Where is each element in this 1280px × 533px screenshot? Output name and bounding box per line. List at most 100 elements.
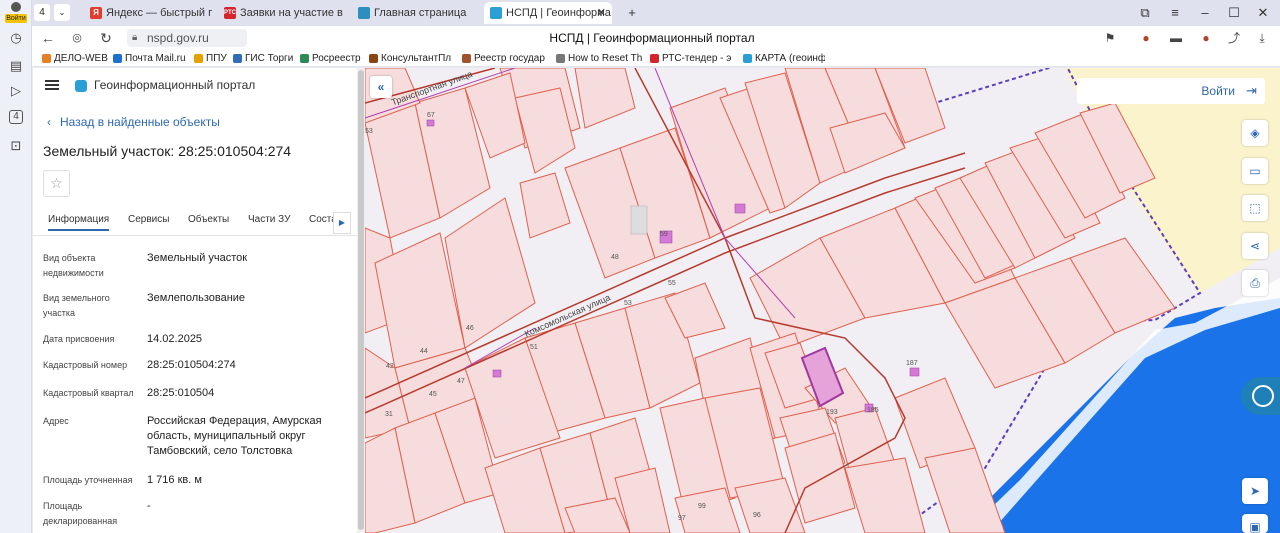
extension-icon[interactable]: ● (1198, 30, 1214, 46)
bookmark-label: How to Reset Th (568, 53, 642, 64)
tab-services[interactable]: Сервисы (128, 214, 169, 225)
bookmark-mail[interactable]: Почта Mail.ru (113, 50, 189, 67)
url-text: nspd.gov.ru (147, 31, 209, 45)
tab-counter-icon[interactable]: 4 (9, 110, 23, 124)
cadastral-map[interactable]: Транспортная улица Комсомольская улица 6… (365, 68, 1280, 533)
globe-icon (358, 7, 370, 19)
close-tab-icon[interactable]: ✕ (597, 2, 606, 24)
scrollbar-thumb[interactable] (358, 70, 364, 530)
chat-support-button[interactable] (1241, 377, 1280, 415)
extension-icon[interactable]: ▬ (1168, 30, 1184, 46)
bookmark-icon (113, 54, 122, 63)
parcel-number: 51 (530, 344, 538, 351)
chat-icon (1252, 385, 1274, 407)
back-link-label: Назад в найденные объекты (60, 115, 220, 129)
tab-yandex[interactable]: Я Яндекс — быстрый пои (84, 2, 212, 24)
panel-scrollbar[interactable] (357, 68, 365, 533)
parcel-number: 96 (753, 512, 761, 519)
bookmark-icon[interactable]: ⚑ (1102, 30, 1118, 46)
share-icon[interactable]: ⤴ (1226, 30, 1242, 46)
bookmark-icon (233, 54, 242, 63)
close-window-icon[interactable]: ✕ (1254, 4, 1272, 22)
collections-icon[interactable]: ▤ (8, 58, 24, 74)
page-title: НСПД | Геоинформационный портал (549, 31, 755, 45)
measure-button[interactable]: ▭ (1242, 158, 1268, 184)
property-label: Дата присвоения (43, 334, 115, 344)
select-area-button[interactable]: ⬚ (1242, 195, 1268, 221)
bookmark-gis-torgi[interactable]: ГИС Торги (233, 50, 293, 67)
bookmark-manager-icon[interactable]: ⧉ (1136, 4, 1154, 22)
reload-icon[interactable]: ↻ (97, 29, 115, 47)
bookmark-karta[interactable]: КАРТА (геоинф (743, 50, 825, 67)
menu-icon[interactable] (45, 80, 59, 90)
tab-information[interactable]: Информация (48, 214, 110, 231)
ruler-icon: ▭ (1249, 164, 1261, 178)
property-value: - (147, 500, 151, 512)
back-icon[interactable]: ← (39, 29, 57, 47)
parcel-number: 187 (906, 360, 918, 367)
parcel-number: 99 (698, 503, 706, 510)
bookmark-how-to-reset[interactable]: How to Reset Th (556, 50, 642, 67)
new-tab-icon[interactable]: + (623, 4, 641, 22)
media-icon[interactable]: ▷ (8, 83, 24, 99)
gray-building (630, 205, 648, 235)
property-label: Кадастровый номер (43, 360, 128, 370)
bookmark-label: ГИС Торги (245, 53, 293, 64)
login-button[interactable]: Войти ⇥ (1077, 78, 1265, 104)
bookmark-icon (650, 54, 659, 63)
tabs-scroll-right-icon[interactable]: ▶ (333, 212, 351, 234)
bookmark-consultant[interactable]: КонсультантПл (369, 50, 455, 67)
geolocation-button[interactable]: ➤ (1242, 478, 1268, 504)
share-button[interactable]: ⋖ (1242, 233, 1268, 259)
bookmark-icon (369, 54, 378, 63)
bookmark-rosreestr[interactable]: Росреестр (300, 50, 362, 67)
parcel-number: 193 (826, 409, 838, 416)
url-field[interactable]: 🔒︎ nspd.gov.ru (127, 29, 247, 47)
print-icon: ⎙ (1250, 276, 1260, 290)
back-to-results-link[interactable]: ‹ Назад в найденные объекты (47, 115, 220, 129)
bookmark-label: ДЕЛО-WEB (54, 53, 108, 64)
bookmark-delo-web[interactable]: ДЕЛО-WEB (42, 50, 112, 67)
history-icon[interactable]: ◷ (8, 30, 24, 46)
portal-logo-icon (75, 80, 87, 92)
property-label: Вид земельного участка (43, 293, 110, 318)
tabs-dropdown-icon[interactable]: ⌄ (54, 4, 70, 21)
tab-nspd[interactable]: НСПД | Геоинформа ✕ (484, 2, 612, 24)
bookmark-icon (194, 54, 203, 63)
extension-icon[interactable]: ● (1138, 30, 1154, 46)
map-canvas[interactable] (365, 68, 1280, 533)
bookmark-ppu[interactable]: ППУ (194, 50, 228, 67)
tab-objects[interactable]: Объекты (188, 214, 229, 225)
bookmark-reestr[interactable]: Реестр государ (462, 50, 550, 67)
parcel-number: 55 (668, 280, 676, 287)
property-value: 14.02.2025 (147, 333, 203, 345)
object-title: Земельный участок: 28:25:010504:274 (43, 143, 292, 159)
collapse-panel-button[interactable]: « (370, 76, 392, 98)
protect-icon[interactable]: ◎ (68, 29, 86, 47)
tab-home[interactable]: Главная страница (352, 2, 480, 24)
tab-count[interactable]: 4 (34, 4, 50, 21)
tab-title: Яндекс — быстрый пои (106, 7, 212, 19)
bookmark-label: Почта Mail.ru (125, 53, 186, 64)
screenshot-icon[interactable]: ⊡ (8, 138, 24, 154)
tab-title: НСПД | Геоинформа (506, 7, 611, 19)
tab-parts[interactable]: Части ЗУ (248, 214, 290, 225)
minimize-icon[interactable]: – (1196, 4, 1214, 22)
bookmark-icon (42, 54, 51, 63)
download-icon[interactable]: ⤓ (1254, 30, 1270, 46)
maximize-icon[interactable]: ☐ (1225, 4, 1243, 22)
parcel-number: 46 (466, 325, 474, 332)
favorite-star-icon[interactable]: ☆ (43, 170, 70, 197)
parcel-number: 185 (867, 407, 879, 414)
print-button[interactable]: ⎙ (1242, 270, 1268, 296)
menu-icon[interactable]: ≡ (1166, 4, 1184, 22)
profile-login-badge: Войти (5, 14, 27, 23)
layers-button[interactable]: ◈ (1242, 120, 1268, 146)
legend-button[interactable]: ▣ (1242, 514, 1268, 533)
tab-rts[interactable]: РТС Заявки на участие в п (218, 2, 346, 24)
bookmark-rts-tender[interactable]: РТС-тендер - э (650, 50, 736, 67)
tab-bar: 4 ⌄ Я Яндекс — быстрый пои РТС Заявки на… (32, 0, 1280, 26)
location-arrow-icon: ➤ (1249, 484, 1261, 498)
tab-title: Заявки на участие в п (240, 7, 346, 19)
profile-avatar[interactable]: Войти (4, 2, 28, 24)
